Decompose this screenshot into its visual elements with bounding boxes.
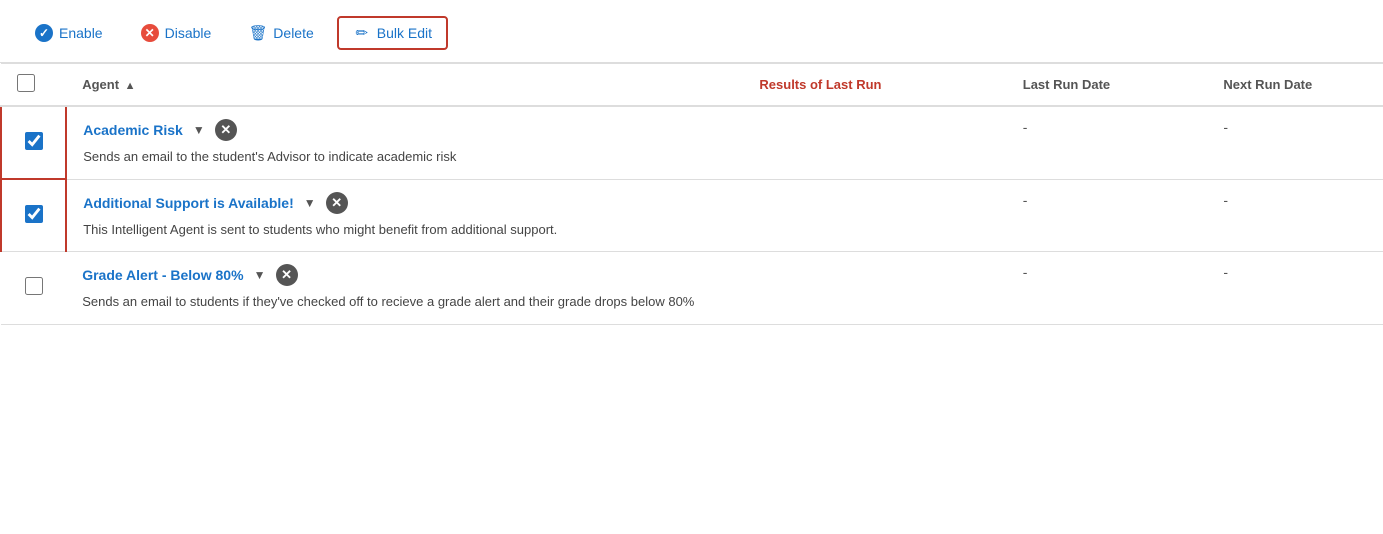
row-checkbox-cell	[1, 179, 66, 252]
header-next-run: Next Run Date	[1207, 64, 1383, 107]
row-agent-cell: Academic Risk ▼ ✕ Sends an email to the …	[66, 106, 743, 179]
row-checkbox-grade-alert[interactable]	[25, 277, 43, 295]
header-last-run: Last Run Date	[1007, 64, 1208, 107]
agent-name-link-academic-risk[interactable]: Academic Risk	[83, 122, 183, 138]
next-run-value: -	[1223, 192, 1228, 208]
select-all-checkbox[interactable]	[17, 74, 35, 92]
row-last-run-cell: -	[1007, 252, 1208, 325]
row-checkbox-cell	[1, 106, 66, 179]
enable-label: Enable	[59, 25, 103, 41]
agent-name-link-grade-alert[interactable]: Grade Alert - Below 80%	[82, 267, 243, 283]
toolbar: ✓ Enable ✕ Disable 🗑 Delete ✏ Bulk Edit	[0, 0, 1383, 63]
agent-description: Sends an email to students if they've ch…	[82, 292, 727, 312]
table-row: Grade Alert - Below 80% ▼ ✕ Sends an ema…	[1, 252, 1383, 325]
trash-icon: 🗑	[249, 24, 267, 42]
delete-button[interactable]: 🗑 Delete	[234, 17, 328, 49]
header-results: Results of Last Run	[743, 64, 1006, 107]
row-next-run-cell: -	[1207, 252, 1383, 325]
x-circle-icon: ✕	[141, 24, 159, 42]
remove-agent-icon[interactable]: ✕	[215, 119, 237, 141]
next-run-value: -	[1223, 264, 1228, 280]
header-agent: Agent ▲	[66, 64, 743, 107]
row-agent-cell: Additional Support is Available! ▼ ✕ Thi…	[66, 179, 743, 252]
chevron-down-icon[interactable]: ▼	[300, 193, 320, 213]
agent-description: This Intelligent Agent is sent to studen…	[83, 220, 727, 240]
agent-name-row: Academic Risk ▼ ✕	[83, 119, 727, 141]
row-next-run-cell: -	[1207, 106, 1383, 179]
row-checkbox-additional-support[interactable]	[25, 205, 43, 223]
enable-icon: ✓	[35, 24, 53, 42]
agent-description: Sends an email to the student's Advisor …	[83, 147, 727, 167]
bulk-edit-button[interactable]: ✏ Bulk Edit	[337, 16, 448, 50]
table-row: Additional Support is Available! ▼ ✕ Thi…	[1, 179, 1383, 252]
row-checkbox-academic-risk[interactable]	[25, 132, 43, 150]
table-body: Academic Risk ▼ ✕ Sends an email to the …	[1, 106, 1383, 324]
delete-label: Delete	[273, 25, 313, 41]
agents-table: Agent ▲ Results of Last Run Last Run Dat…	[0, 63, 1383, 325]
agent-name-link-additional-support[interactable]: Additional Support is Available!	[83, 195, 294, 211]
row-next-run-cell: -	[1207, 179, 1383, 252]
last-run-value: -	[1023, 119, 1028, 135]
row-agent-cell: Grade Alert - Below 80% ▼ ✕ Sends an ema…	[66, 252, 743, 325]
agent-name-row: Additional Support is Available! ▼ ✕	[83, 192, 727, 214]
row-results-cell	[743, 106, 1006, 179]
enable-button[interactable]: ✓ Enable	[20, 17, 118, 49]
remove-agent-icon[interactable]: ✕	[276, 264, 298, 286]
remove-agent-icon[interactable]: ✕	[326, 192, 348, 214]
row-results-cell	[743, 179, 1006, 252]
last-run-value: -	[1023, 264, 1028, 280]
sort-arrow-icon: ▲	[125, 80, 136, 92]
row-checkbox-cell	[1, 252, 66, 325]
disable-icon: ✕	[141, 24, 159, 42]
row-last-run-cell: -	[1007, 179, 1208, 252]
last-run-value: -	[1023, 192, 1028, 208]
check-circle-icon: ✓	[35, 24, 53, 42]
header-checkbox-cell	[1, 64, 66, 107]
chevron-down-icon[interactable]: ▼	[189, 120, 209, 140]
disable-button[interactable]: ✕ Disable	[126, 17, 227, 49]
pencil-icon: ✏	[353, 24, 371, 42]
bulk-edit-label: Bulk Edit	[377, 25, 432, 41]
table-header-row: Agent ▲ Results of Last Run Last Run Dat…	[1, 64, 1383, 107]
next-run-value: -	[1223, 119, 1228, 135]
row-last-run-cell: -	[1007, 106, 1208, 179]
table-row: Academic Risk ▼ ✕ Sends an email to the …	[1, 106, 1383, 179]
disable-label: Disable	[165, 25, 212, 41]
chevron-down-icon[interactable]: ▼	[250, 265, 270, 285]
agent-name-row: Grade Alert - Below 80% ▼ ✕	[82, 264, 727, 286]
row-results-cell	[743, 252, 1006, 325]
